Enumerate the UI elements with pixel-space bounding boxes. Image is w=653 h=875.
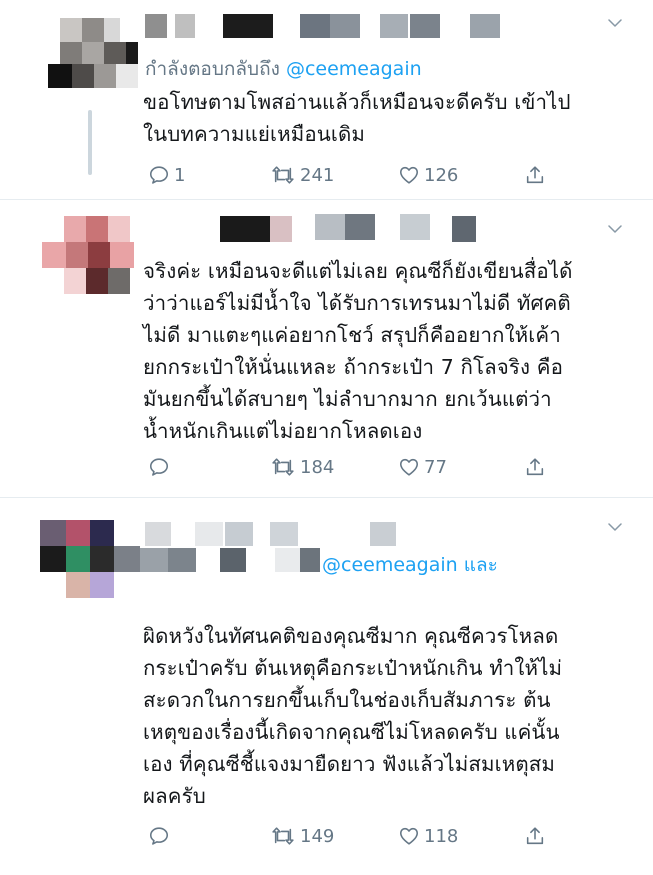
retweet-button[interactable]: 241 bbox=[270, 160, 334, 190]
chevron-down-icon[interactable] bbox=[608, 18, 622, 28]
share-icon bbox=[524, 825, 546, 847]
retweet-count: 184 bbox=[300, 456, 335, 478]
mention-link[interactable]: @ceemeagain bbox=[286, 58, 422, 80]
reply-prefix: กำลังตอบกลับถึง bbox=[145, 58, 280, 80]
like-icon bbox=[398, 825, 420, 847]
chevron-down-icon[interactable] bbox=[608, 522, 622, 532]
pixelated-avatar bbox=[40, 520, 140, 602]
thread-line bbox=[88, 110, 92, 175]
retweet-button[interactable]: 184 bbox=[270, 452, 334, 482]
pixelated-avatar bbox=[42, 216, 142, 298]
retweet-count: 241 bbox=[300, 164, 335, 186]
retweet-icon bbox=[270, 825, 296, 847]
reply-suffix[interactable]: และ bbox=[464, 554, 498, 576]
share-button[interactable] bbox=[524, 160, 546, 190]
tweet-actions: 184 77 bbox=[140, 452, 560, 482]
share-button[interactable] bbox=[524, 452, 546, 482]
reply-icon bbox=[148, 456, 170, 478]
mention-link[interactable]: @ceemeagain bbox=[322, 554, 458, 576]
reply-icon bbox=[148, 164, 170, 186]
like-button[interactable]: 77 bbox=[398, 452, 447, 482]
redacted-username bbox=[145, 14, 525, 38]
redacted-username bbox=[220, 214, 480, 242]
chevron-down-icon[interactable] bbox=[608, 224, 622, 234]
tweet-2[interactable]: จริงค่ะ เหมือนจะดีแต่ไม่เลย คุณซีก็ยังเข… bbox=[0, 200, 653, 497]
reply-button[interactable] bbox=[148, 452, 174, 482]
tweet-text: ขอโทษตามโพสอ่านแล้วก็เหมือนจะดีครับ เข้า… bbox=[143, 90, 571, 146]
like-icon bbox=[398, 456, 420, 478]
pixelated-avatar bbox=[38, 10, 138, 100]
retweet-count: 149 bbox=[300, 825, 335, 847]
like-count: 126 bbox=[424, 164, 459, 186]
tweet-text: จริงค่ะ เหมือนจะดีแต่ไม่เลย คุณซีก็ยังเข… bbox=[143, 259, 573, 443]
reply-button[interactable] bbox=[148, 821, 174, 851]
reply-icon bbox=[148, 825, 170, 847]
tweet-1[interactable]: กำลังตอบกลับถึง @ceemeagain ขอโทษตามโพสอ… bbox=[0, 0, 653, 200]
share-icon bbox=[524, 164, 546, 186]
tweet-actions: 149 118 bbox=[140, 821, 560, 851]
share-button[interactable] bbox=[524, 821, 546, 851]
retweet-icon bbox=[270, 456, 296, 478]
tweet-3[interactable]: @ceemeagain และ ผิดหวังในทัศนคติของคุณซี… bbox=[0, 498, 653, 875]
reply-count: 1 bbox=[174, 164, 186, 186]
like-button[interactable]: 118 bbox=[398, 821, 458, 851]
tweet-text: ผิดหวังในทัศนคติของคุณซีมาก คุณซีควรโหลด… bbox=[143, 624, 563, 808]
like-icon bbox=[398, 164, 420, 186]
like-count: 118 bbox=[424, 825, 459, 847]
replying-to: @ceemeagain และ bbox=[322, 550, 498, 580]
like-count: 77 bbox=[424, 456, 447, 478]
like-button[interactable]: 126 bbox=[398, 160, 458, 190]
retweet-icon bbox=[270, 164, 296, 186]
share-icon bbox=[524, 456, 546, 478]
reply-button[interactable]: 1 bbox=[148, 160, 185, 190]
replying-to: กำลังตอบกลับถึง @ceemeagain bbox=[145, 54, 422, 84]
tweet-actions: 1 241 126 bbox=[140, 160, 560, 190]
retweet-button[interactable]: 149 bbox=[270, 821, 334, 851]
